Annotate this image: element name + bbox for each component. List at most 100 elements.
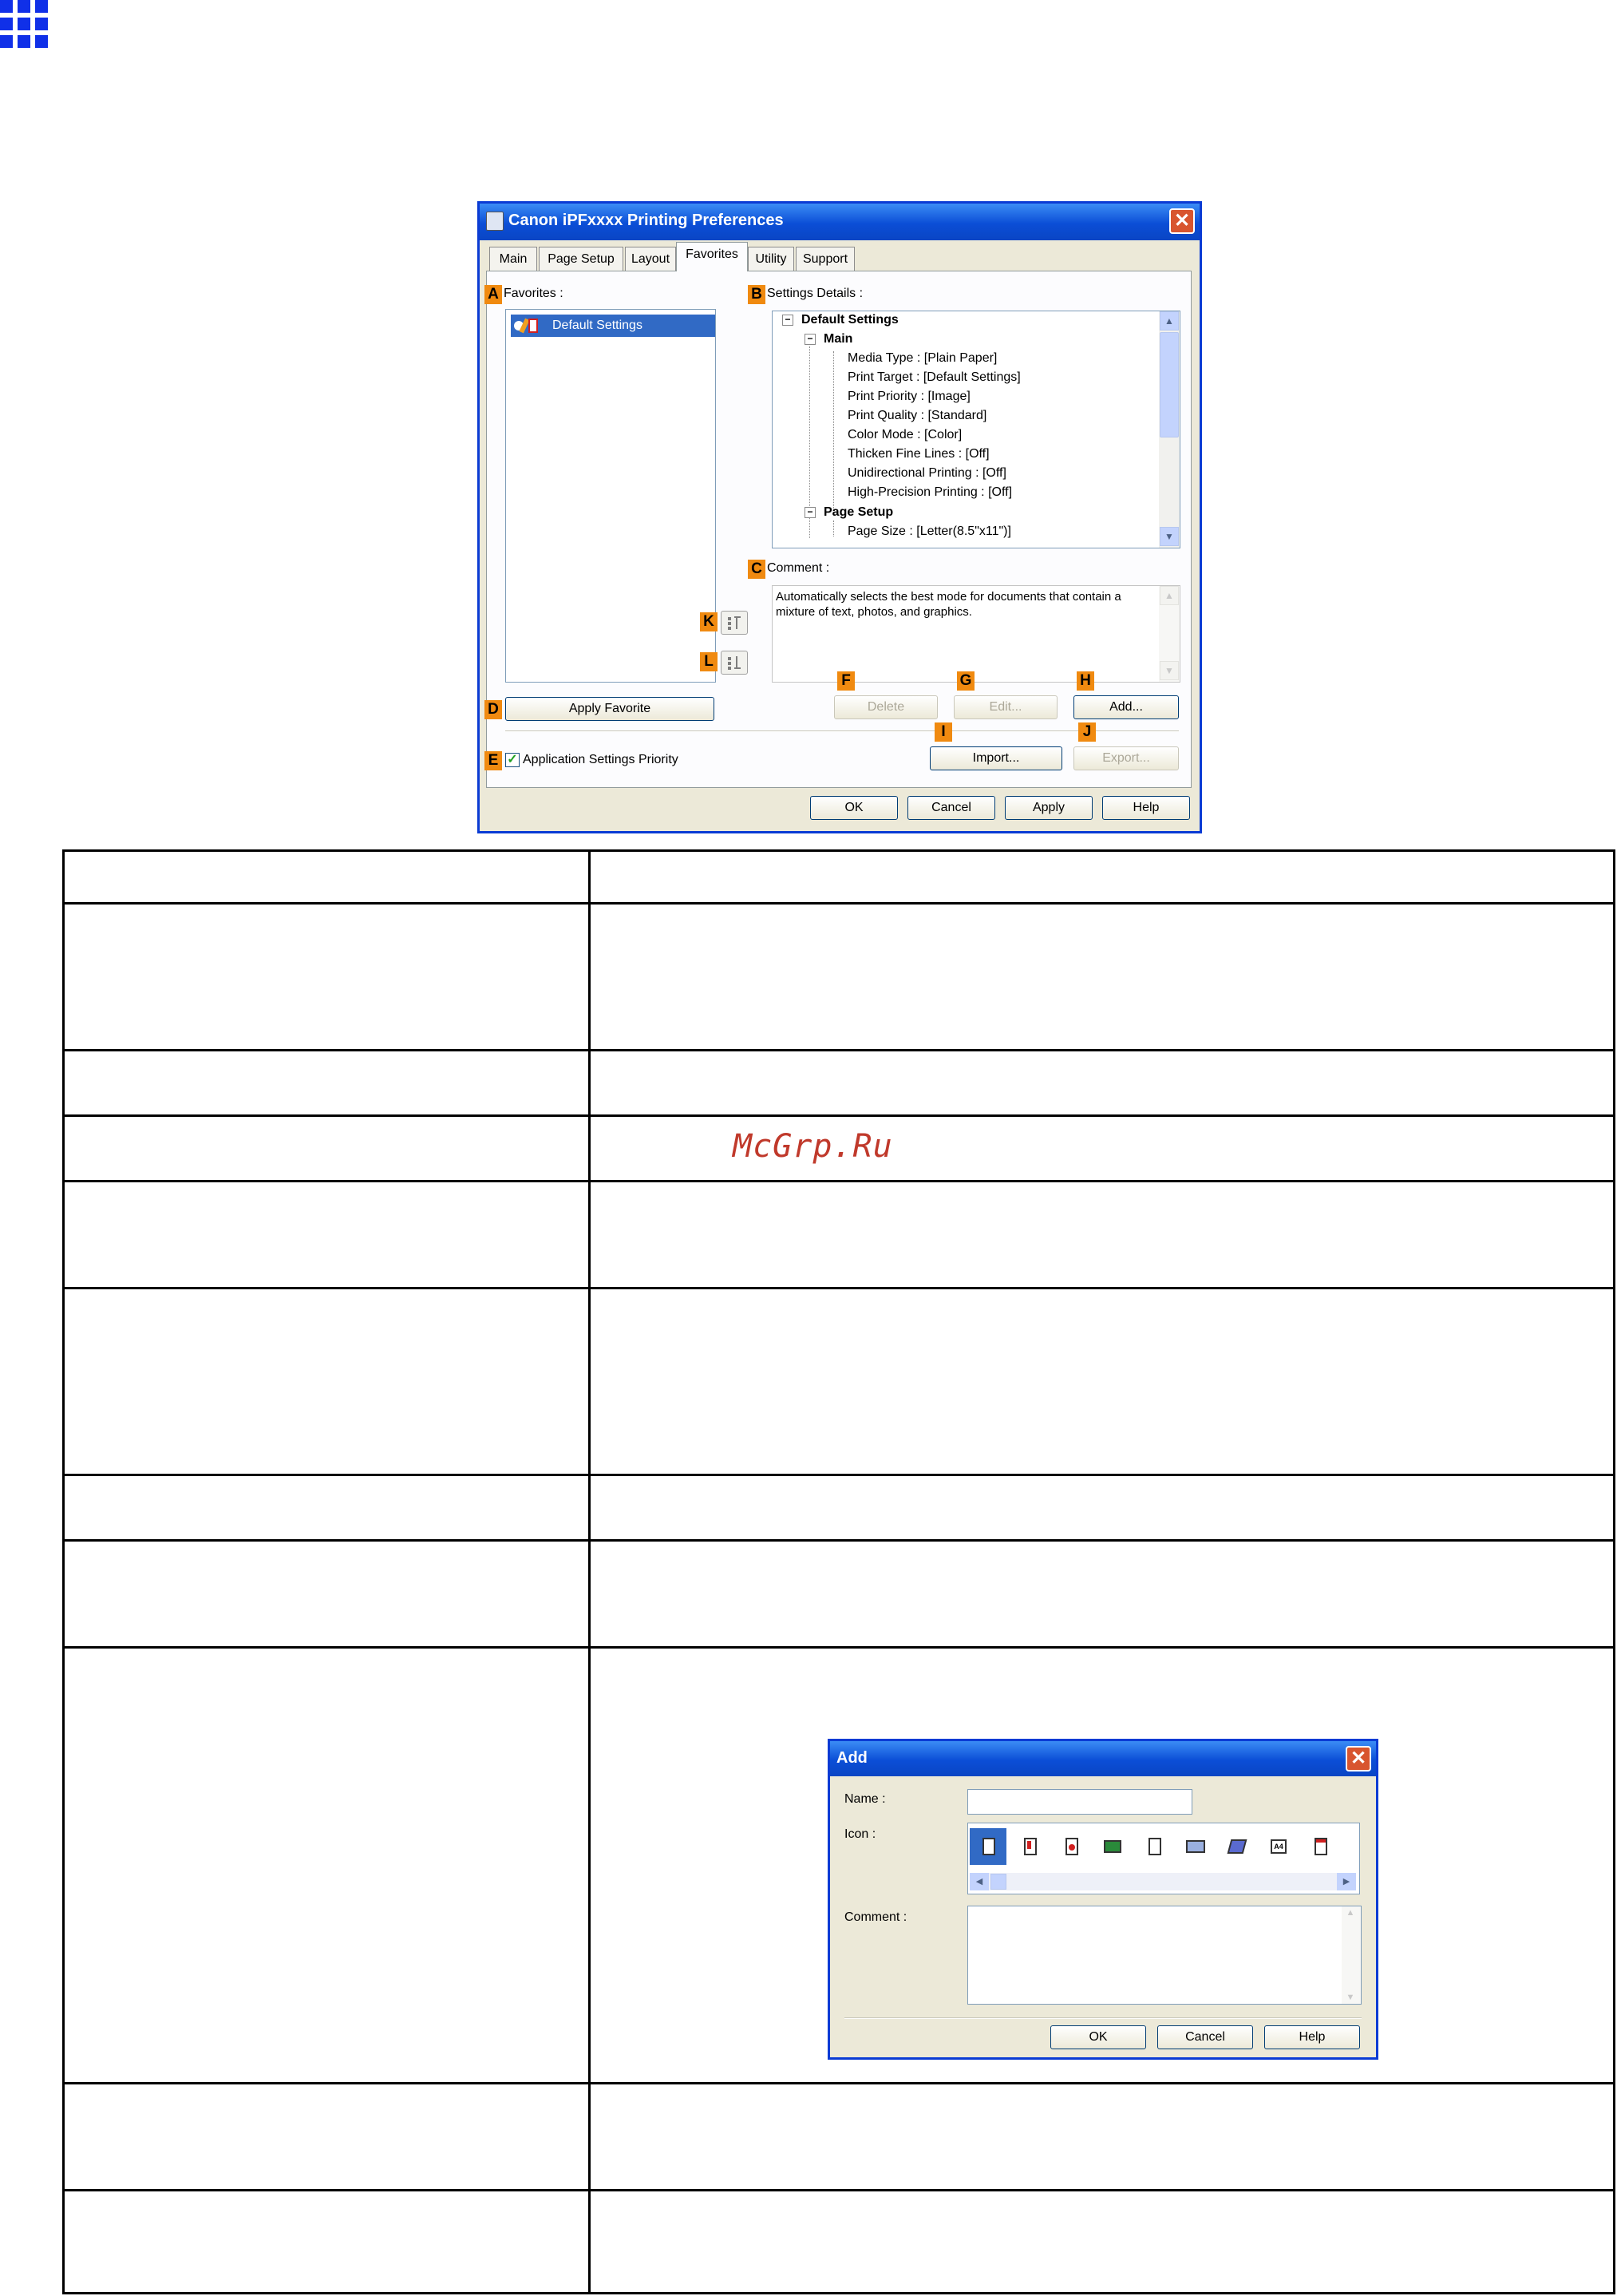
comment-label: Comment :	[844, 1910, 907, 1924]
table-row-divider	[65, 2082, 1613, 2084]
dialog-title: Canon iPFxxxx Printing Preferences	[508, 212, 784, 229]
badge-h: H	[1077, 671, 1094, 691]
tree-scrollbar[interactable]: ▲ ▼	[1159, 311, 1180, 548]
table-row-divider	[65, 1646, 1613, 1649]
badge-d: D	[484, 700, 502, 719]
tree-group-page-setup: − Page Setup	[805, 505, 893, 520]
document-icon[interactable]	[970, 1828, 1006, 1865]
favorites-label: Favorites :	[504, 287, 563, 300]
table-row-divider	[65, 1539, 1613, 1542]
tree-item: Unidirectional Printing : [Off]	[848, 466, 1006, 480]
badge-l: L	[700, 652, 718, 671]
tree-item: Page Size : [Letter(8.5"x11")]	[848, 525, 1011, 538]
comment-box[interactable]: Automatically selects the best mode for …	[772, 585, 1180, 683]
cancel-button[interactable]: Cancel	[907, 796, 995, 820]
photo-icon[interactable]	[1094, 1828, 1131, 1865]
add-dialog-title: Add	[836, 1749, 868, 1767]
scroll-down-icon[interactable]: ▼	[1160, 527, 1179, 546]
a4-icon[interactable]: A4	[1260, 1828, 1297, 1865]
document-icon[interactable]	[1136, 1828, 1172, 1865]
chart-doc-icon[interactable]	[1053, 1828, 1089, 1865]
settings-details-label: Settings Details :	[767, 287, 864, 300]
badge-i: I	[935, 722, 952, 742]
tab-layout[interactable]: Layout	[625, 247, 676, 271]
badge-g: G	[957, 671, 975, 691]
scroll-right-icon[interactable]: ▶	[1337, 1873, 1356, 1890]
badge-c: C	[748, 560, 765, 579]
icon-label: Icon :	[844, 1827, 876, 1841]
comment-scrollbar[interactable]: ▲ ▼	[1342, 1906, 1361, 2004]
icon-selector[interactable]: A4 ◀ ▶	[967, 1823, 1360, 1894]
tab-utility[interactable]: Utility	[748, 247, 794, 271]
description-table	[62, 849, 1615, 2294]
ok-button[interactable]: OK	[810, 796, 898, 820]
application-settings-priority-checkbox[interactable]: ✓	[505, 753, 520, 767]
apply-favorite-button[interactable]: Apply Favorite	[505, 697, 714, 721]
tab-favorites[interactable]: Favorites	[676, 242, 748, 271]
scroll-up-icon[interactable]: ▲	[1342, 1908, 1359, 1918]
ok-button[interactable]: OK	[1050, 2025, 1146, 2049]
scroll-thumb[interactable]	[1160, 332, 1179, 437]
favorite-item-label: Default Settings	[552, 319, 642, 332]
badge-k: K	[700, 612, 718, 631]
printer-icon	[486, 212, 504, 231]
tree-root: − Default Settings	[782, 313, 899, 327]
favorites-list[interactable]: Default Settings	[505, 309, 716, 683]
book-icon[interactable]	[1177, 1828, 1214, 1865]
table-row-divider	[65, 1287, 1613, 1289]
tab-main[interactable]: Main	[489, 247, 537, 271]
icon-horizontal-scrollbar[interactable]: ◀ ▶	[970, 1873, 1356, 1890]
table-row-divider	[65, 1049, 1613, 1051]
calendar-icon[interactable]	[1302, 1828, 1338, 1865]
scroll-down-icon[interactable]: ▼	[1160, 661, 1179, 680]
tab-page-setup[interactable]: Page Setup	[539, 247, 623, 271]
tree-item: Thicken Fine Lines : [Off]	[848, 447, 990, 461]
add-title-bar: Add ✕	[830, 1741, 1376, 1776]
move-down-icon[interactable]	[721, 651, 748, 675]
badge-e: E	[484, 751, 502, 770]
tree-item: Print Priority : [Image]	[848, 390, 971, 403]
import-button[interactable]: Import...	[930, 746, 1062, 770]
comment-scrollbar[interactable]: ▲ ▼	[1159, 586, 1180, 682]
close-icon[interactable]: ✕	[1169, 208, 1195, 234]
help-button[interactable]: Help	[1264, 2025, 1360, 2049]
scroll-thumb[interactable]	[990, 1874, 1006, 1890]
tree-item: Print Target : [Default Settings]	[848, 370, 1021, 384]
cancel-button[interactable]: Cancel	[1157, 2025, 1253, 2049]
table-row-divider	[65, 1474, 1613, 1476]
scroll-up-icon[interactable]: ▲	[1160, 311, 1179, 331]
tree-item: Color Mode : [Color]	[848, 428, 963, 441]
close-icon[interactable]: ✕	[1346, 1746, 1371, 1771]
scroll-up-icon[interactable]: ▲	[1160, 586, 1179, 605]
scroll-down-icon[interactable]: ▼	[1342, 1993, 1359, 2002]
tab-support[interactable]: Support	[796, 247, 855, 271]
export-button[interactable]: Export...	[1073, 746, 1179, 770]
add-button[interactable]: Add...	[1073, 695, 1179, 719]
badge-b: B	[748, 285, 765, 304]
list-item[interactable]: Default Settings	[511, 315, 715, 337]
title-bar: Canon iPFxxxx Printing Preferences ✕	[480, 204, 1200, 240]
table-row-divider	[65, 902, 1613, 905]
help-button[interactable]: Help	[1102, 796, 1190, 820]
table-row-divider	[65, 1180, 1613, 1182]
add-dialog: Add ✕ Name : Icon : A4 ◀ ▶ Comment : ▲ ▼…	[828, 1739, 1378, 2060]
comment-input[interactable]: ▲ ▼	[967, 1906, 1362, 2005]
divider	[844, 2017, 1362, 2019]
watermark-text: McGrp.Ru	[733, 1128, 893, 1165]
badge-j: J	[1078, 722, 1096, 742]
comment-text: Automatically selects the best mode for …	[776, 590, 1121, 619]
settings-details-tree[interactable]: − Default Settings − Main Media Type : [Pl…	[772, 311, 1180, 548]
tree-group-main: − Main	[805, 332, 852, 346]
name-input[interactable]	[967, 1789, 1192, 1815]
poster-icon[interactable]	[1219, 1828, 1255, 1865]
table-row-divider	[65, 1114, 1613, 1117]
edit-button[interactable]: Edit...	[954, 695, 1058, 719]
apply-button[interactable]: Apply	[1005, 796, 1093, 820]
scroll-left-icon[interactable]: ◀	[970, 1873, 989, 1890]
name-label: Name :	[844, 1792, 886, 1806]
move-up-icon[interactable]	[721, 611, 748, 635]
document-red-icon[interactable]	[1011, 1828, 1048, 1865]
delete-button[interactable]: Delete	[834, 695, 938, 719]
badge-f: F	[837, 671, 855, 691]
table-row-divider	[65, 2189, 1613, 2191]
